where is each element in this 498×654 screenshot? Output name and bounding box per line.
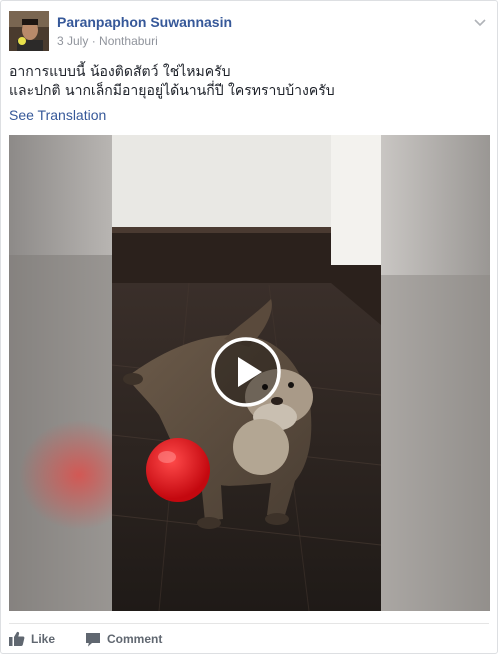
avatar[interactable] [9, 11, 49, 51]
comment-button[interactable]: Comment [85, 627, 162, 651]
post-text-line: และปกติ นากเล็กมีอายุอยู่ได้นานกี่ปี ใคร… [9, 83, 335, 99]
avatar-image [9, 11, 49, 51]
chevron-down-icon[interactable] [473, 15, 487, 27]
video-player[interactable] [9, 135, 490, 611]
post-text-line: อาการแบบนี้ น้องติดสัตว์ ใช่ไหมครับ [9, 64, 231, 80]
post-card: Paranpaphon Suwannasin 3 July · Nonthabu… [0, 0, 498, 654]
play-icon[interactable] [210, 336, 282, 408]
post-location[interactable]: Nonthaburi [99, 34, 158, 48]
post-text: อาการแบบนี้ น้องติดสัตว์ ใช่ไหมครับ และป… [9, 63, 489, 101]
like-button[interactable]: Like [9, 627, 55, 651]
post-date[interactable]: 3 July [57, 34, 88, 48]
see-translation-link[interactable]: See Translation [9, 107, 106, 123]
meta-separator: · [91, 34, 96, 48]
author-name[interactable]: Paranpaphon Suwannasin [57, 14, 232, 30]
post-header: Paranpaphon Suwannasin 3 July · Nonthabu… [9, 9, 489, 53]
comment-label: Comment [107, 632, 163, 646]
actions-divider [9, 623, 489, 624]
comment-icon [86, 633, 100, 647]
post-actions: Like Comment [9, 627, 489, 651]
thumbs-up-icon [9, 631, 25, 646]
post-meta: 3 July · Nonthaburi [57, 34, 158, 48]
like-label: Like [31, 632, 56, 646]
